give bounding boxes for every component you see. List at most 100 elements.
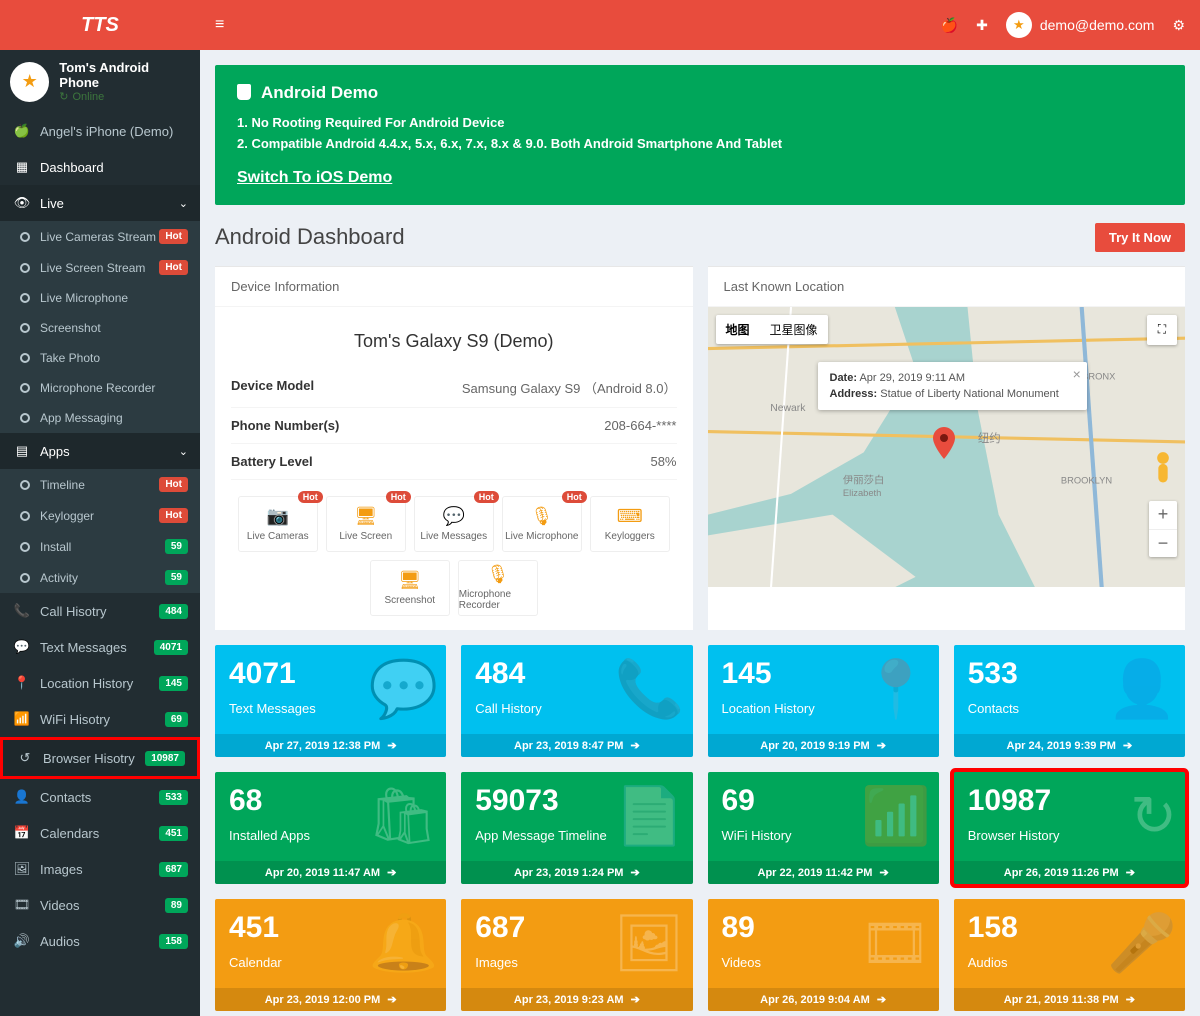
quick-live-cameras[interactable]: Hot📷Live Cameras (238, 496, 318, 552)
status-circle-icon (20, 573, 30, 583)
sidebar-item-timeline[interactable]: TimelineHot (0, 469, 200, 500)
stat-icon: 📞 (615, 656, 685, 722)
stat-icon: 📶 (861, 783, 931, 849)
sidebar-item-wifi-hisotry[interactable]: 📶WiFi Hisotry69 (0, 701, 200, 737)
dashboard-icon: ▦ (12, 159, 32, 175)
map-info-window: × Date: Apr 29, 2019 9:11 AM Address: St… (818, 362, 1087, 410)
stat-icon: 🖼 (613, 910, 684, 976)
sidebar-item-live-cameras-stream[interactable]: Live Cameras StreamHot (0, 221, 200, 252)
sidebar-item-keylogger[interactable]: KeyloggerHot (0, 500, 200, 531)
quick-icon: ⌨ (617, 506, 643, 527)
zoom-out-button[interactable]: − (1149, 529, 1177, 557)
stat-card-audios[interactable]: 158Audios🎤Apr 21, 2019 11:38 PM (954, 899, 1185, 1011)
online-status: Online (59, 90, 190, 103)
settings-icon[interactable]: ⚙ (1172, 17, 1185, 34)
status-circle-icon (20, 413, 30, 423)
stat-card-wifi-history[interactable]: 69WiFi History📶Apr 22, 2019 11:42 PM (708, 772, 939, 884)
apple-icon[interactable]: 🍎 (941, 17, 958, 34)
quick-icon: 🎙 (530, 506, 553, 527)
sidebar-item-activity[interactable]: Activity59 (0, 562, 200, 593)
stat-icon: 👤 (1107, 656, 1177, 722)
nav-icon: 📅 (12, 825, 32, 841)
stat-card-call-history[interactable]: 484Call History📞Apr 23, 2019 8:47 PM (461, 645, 692, 757)
quick-icon: 🎙 (486, 564, 509, 585)
zoom-in-button[interactable]: + (1149, 501, 1177, 529)
sidebar-item-contacts[interactable]: 👤Contacts533 (0, 779, 200, 815)
sidebar-item-live-microphone[interactable]: Live Microphone (0, 283, 200, 313)
sidebar-item-microphone-recorder[interactable]: Microphone Recorder (0, 373, 200, 403)
stat-timestamp: Apr 23, 2019 9:23 AM (461, 988, 692, 1011)
try-it-button[interactable]: Try It Now (1095, 223, 1185, 252)
sidebar-item-location-history[interactable]: 📍Location History145 (0, 665, 200, 701)
user-avatar[interactable]: ★ (1006, 12, 1032, 38)
nav-icon: 👤 (12, 789, 32, 805)
sidebar-item-install[interactable]: Install59 (0, 531, 200, 562)
pegman-icon[interactable] (1149, 451, 1177, 487)
nav-apps-header[interactable]: ▤ Apps ⌄ (0, 433, 200, 469)
map[interactable]: Newark 纽约 THE BRONX BROOKLYN 伊丽莎白 Elizab… (708, 307, 1186, 587)
stat-card-location-history[interactable]: 145Location History📍Apr 20, 2019 9:19 PM (708, 645, 939, 757)
stat-card-images[interactable]: 687Images🖼Apr 23, 2019 9:23 AM (461, 899, 692, 1011)
svg-text:BROOKLYN: BROOKLYN (1060, 475, 1111, 485)
sidebar-item-app-messaging[interactable]: App Messaging (0, 403, 200, 433)
stat-card-text-messages[interactable]: 4071Text Messages💬Apr 27, 2019 12:38 PM (215, 645, 446, 757)
stat-timestamp: Apr 22, 2019 11:42 PM (708, 861, 939, 884)
stat-timestamp: Apr 20, 2019 9:19 PM (708, 734, 939, 757)
status-circle-icon (20, 353, 30, 363)
status-circle-icon (20, 263, 30, 273)
user-email[interactable]: demo@demo.com (1040, 17, 1155, 33)
stat-timestamp: Apr 21, 2019 11:38 PM (954, 988, 1185, 1011)
chevron-down-icon: ⌄ (179, 197, 188, 210)
quick-microphone-recorder[interactable]: 🎙Microphone Recorder (458, 560, 538, 616)
brand-logo[interactable]: TTS (0, 0, 200, 50)
page-title: Android Dashboard (215, 224, 1095, 250)
sidebar-item-calendars[interactable]: 📅Calendars451 (0, 815, 200, 851)
svg-text:纽约: 纽约 (977, 431, 1000, 445)
status-circle-icon (20, 480, 30, 490)
stat-card-contacts[interactable]: 533Contacts👤Apr 24, 2019 9:39 PM (954, 645, 1185, 757)
nav-live-header[interactable]: 👁 Live ⌄ (0, 185, 200, 221)
avatar: ★ (10, 62, 49, 102)
nav-icon: 🖼 (12, 861, 32, 877)
map-zoom-control: + − (1149, 501, 1177, 557)
quick-screenshot[interactable]: 🖥Screenshot (370, 560, 450, 616)
quick-live-messages[interactable]: Hot💬Live Messages (414, 496, 494, 552)
status-circle-icon (20, 323, 30, 333)
stat-timestamp: Apr 24, 2019 9:39 PM (954, 734, 1185, 757)
stat-card-videos[interactable]: 89Videos🎞Apr 26, 2019 9:04 AM (708, 899, 939, 1011)
quick-live-microphone[interactable]: Hot🎙Live Microphone (502, 496, 582, 552)
sidebar-item-browser-hisotry[interactable]: ↺Browser Hisotry10987 (0, 737, 200, 779)
sidebar-item-live-screen-stream[interactable]: Live Screen StreamHot (0, 252, 200, 283)
fullscreen-icon[interactable]: ⛶ (1147, 315, 1177, 345)
stat-card-calendar[interactable]: 451Calendar🔔Apr 23, 2019 12:00 PM (215, 899, 446, 1011)
nav-dashboard[interactable]: ▦ Dashboard (0, 149, 200, 185)
stat-timestamp: Apr 26, 2019 11:26 PM (954, 861, 1185, 884)
user-panel[interactable]: ★ Tom's Android Phone Online (0, 50, 200, 113)
quick-icon: 💬 (443, 506, 465, 527)
demo-device-link[interactable]: 🍏 Angel's iPhone (Demo) (0, 113, 200, 149)
close-icon[interactable]: × (1073, 366, 1081, 382)
android-icon[interactable]: ✚ (976, 17, 988, 34)
nav-icon: ↺ (15, 750, 35, 766)
map-type-control[interactable]: 地图 卫星图像 (716, 315, 828, 344)
nav-icon: 📶 (12, 711, 32, 727)
sidebar-item-text-messages[interactable]: 💬Text Messages4071 (0, 629, 200, 665)
sidebar-item-videos[interactable]: 🎞Videos89 (0, 887, 200, 923)
sidebar-item-call-hisotry[interactable]: 📞Call Hisotry484 (0, 593, 200, 629)
sidebar-item-screenshot[interactable]: Screenshot (0, 313, 200, 343)
stat-card-browser-history[interactable]: 10987Browser History↻Apr 26, 2019 11:26 … (954, 772, 1185, 884)
sidebar-item-images[interactable]: 🖼Images687 (0, 851, 200, 887)
nav-icon: 📍 (12, 675, 32, 691)
stat-card-app-message-timeline[interactable]: 59073App Message Timeline📄Apr 23, 2019 1… (461, 772, 692, 884)
switch-demo-link[interactable]: Switch To iOS Demo (237, 169, 392, 187)
hamburger-icon[interactable]: ≡ (215, 16, 224, 34)
stat-timestamp: Apr 23, 2019 8:47 PM (461, 734, 692, 757)
status-circle-icon (20, 232, 30, 242)
quick-live-screen[interactable]: Hot🖥Live Screen (326, 496, 406, 552)
sidebar-item-take-photo[interactable]: Take Photo (0, 343, 200, 373)
quick-keyloggers[interactable]: ⌨Keyloggers (590, 496, 670, 552)
stat-card-installed-apps[interactable]: 68Installed Apps🛍Apr 20, 2019 11:47 AM (215, 772, 446, 884)
nav-icon: 🔊 (12, 933, 32, 949)
location-panel: Last Known Location Newark 纽 (708, 266, 1186, 630)
sidebar-item-audios[interactable]: 🔊Audios158 (0, 923, 200, 959)
